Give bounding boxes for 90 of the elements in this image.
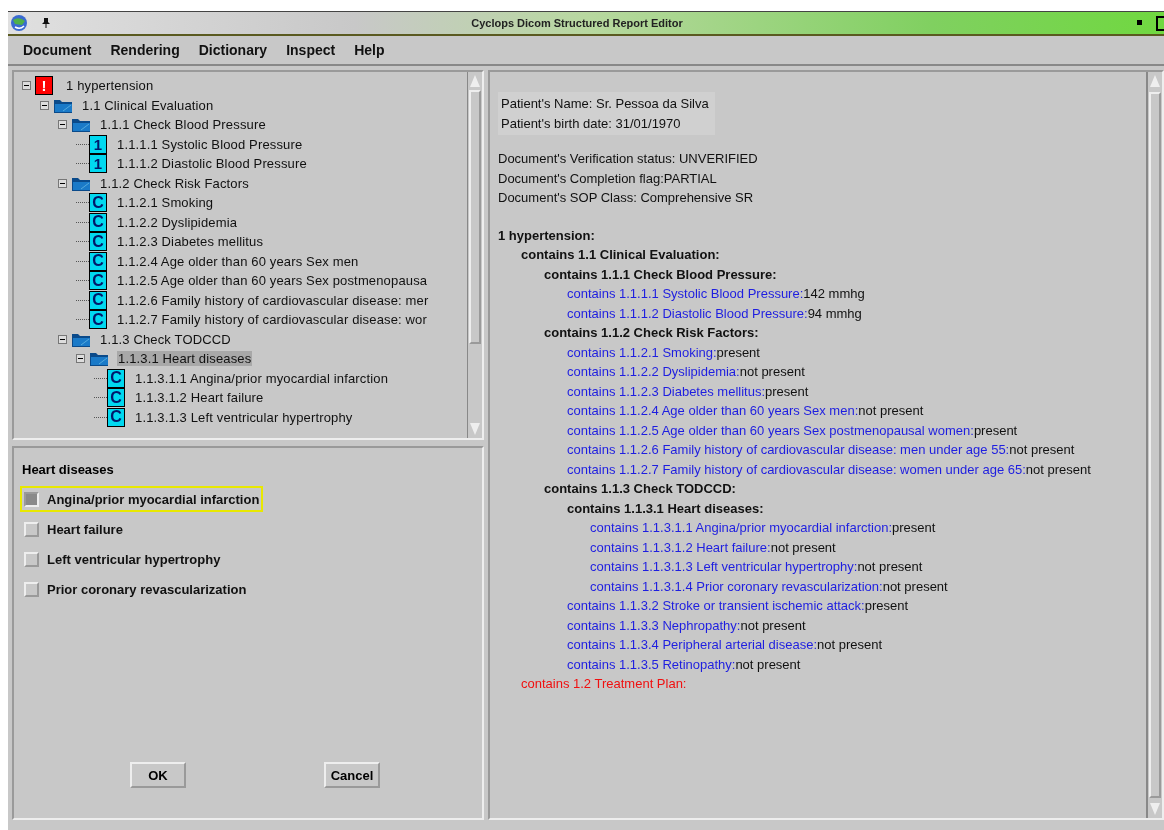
node-type-icon: 1 — [89, 134, 107, 154]
checkbox[interactable] — [24, 521, 39, 537]
maximize-icon[interactable] — [1156, 16, 1164, 31]
document-status: Document's Completion flag:PARTIAL — [498, 169, 718, 188]
form-title: Heart diseases — [22, 462, 115, 477]
report-line: contains 1.1.2.7 Family history of cardiovascular disease: women under age 65:not present — [566, 460, 1092, 479]
report-line: contains 1.1.2.4 Age older than 60 years Sex men:not present — [566, 402, 925, 420]
report-line: contains 1.1.3.1.4 Prior coronary revascularization:not present — [589, 577, 949, 596]
tree-item[interactable]: 1.1.3 Check TODCCD — [99, 331, 232, 347]
folder-icon — [71, 116, 91, 134]
report-line: contains 1.2 Treatment Plan: — [520, 675, 688, 693]
window-title: Cyclops Dicom Structured Report Editor — [470, 17, 684, 29]
node-type-icon: 1 — [89, 154, 107, 174]
tree-item[interactable]: 1.1.1 Check Blood Pressure — [99, 117, 267, 133]
menu-item[interactable]: Dictionary — [198, 42, 268, 58]
checkbox-option[interactable]: Prior coronary revascularization — [20, 576, 251, 602]
node-type-icon: C — [89, 271, 107, 291]
collapse-toggle[interactable] — [22, 81, 31, 91]
collapse-toggle[interactable] — [58, 334, 67, 344]
tree-item[interactable]: 1.1.2.2 Dyslipidemia — [116, 214, 239, 230]
report-line: contains 1.1.3.1.3 Left ventricular hypertrophy:not present — [589, 558, 924, 576]
dialog-button[interactable]: OK — [130, 762, 186, 788]
tree-item[interactable]: 1.1.2.3 Diabetes mellitus — [116, 234, 265, 250]
collapse-toggle[interactable] — [76, 354, 85, 364]
menu-item[interactable]: Help — [354, 42, 385, 58]
tree-item[interactable]: 1.1.3.1.2 Heart failure — [134, 390, 265, 406]
folder-icon — [89, 350, 109, 368]
checkbox-option[interactable]: Left ventricular hypertrophy — [20, 546, 225, 572]
report-line: contains 1.1.3.4 Peripheral arterial disease:not present — [566, 636, 884, 654]
node-type-icon: C — [107, 388, 125, 408]
report-line: contains 1.1.3.1.1 Angina/prior myocardial infarction:present — [589, 519, 937, 537]
collapse-toggle[interactable] — [40, 100, 49, 110]
report-line: contains 1.1.3.5 Retinopathy:not present — [566, 655, 802, 674]
report-line: contains 1.1.3.2 Stroke or transient ischemic attack:present — [566, 597, 910, 615]
node-type-icon: C — [89, 232, 107, 252]
node-type-icon: C — [89, 212, 107, 232]
report-line: contains 1.1.1.2 Diastolic Blood Pressure:94 mmhg — [566, 304, 863, 323]
tree-item[interactable]: 1.1.2.6 Family history of cardiovascular disease: mer — [116, 292, 430, 308]
tree-item[interactable]: 1.1.2.5 Age older than 60 years Sex postmenopausa — [116, 273, 429, 289]
tree-item[interactable]: 1.1.2 Check Risk Factors — [99, 175, 250, 191]
node-type-icon: C — [89, 290, 107, 310]
report-line: 1 hypertension: — [498, 226, 596, 245]
report-line: contains 1.1.2.5 Age older than 60 years Sex postmenopausal women:present — [566, 421, 1019, 440]
report-line: contains 1.1.2 Check Risk Factors: — [543, 324, 760, 342]
report-line: contains 1.1.3.1.2 Heart failure:not present — [589, 538, 837, 557]
tree-item[interactable]: 1.1.1.1 Systolic Blood Pressure — [116, 136, 304, 152]
tree-item[interactable]: 1 hypertension — [65, 78, 155, 94]
report-line: contains 1.1.1.1 Systolic Blood Pressure:142 mmhg — [566, 285, 866, 303]
tree-item[interactable]: 1.1.3.1.1 Angina/prior myocardial infarction — [134, 370, 390, 386]
document-status: Document's Verification status: UNVERIFIED — [498, 150, 759, 168]
checkbox[interactable] — [24, 551, 39, 567]
scrollbar[interactable] — [1146, 72, 1162, 818]
report-line: contains 1.1.3.1 Heart diseases: — [566, 499, 765, 518]
globe-icon — [10, 14, 28, 32]
report-line: contains 1.1.2.3 Diabetes mellitus:present — [566, 382, 810, 401]
pin-icon[interactable] — [42, 18, 50, 28]
tree-item[interactable]: 1.1.3.1.3 Left ventricular hypertrophy — [134, 409, 354, 425]
checkbox[interactable] — [24, 491, 39, 507]
node-type-icon: C — [89, 251, 107, 271]
report-line: contains 1.1.1 Check Blood Pressure: — [543, 265, 778, 284]
node-type-icon: C — [107, 407, 125, 427]
node-type-icon: C — [107, 368, 125, 388]
scrollbar[interactable] — [467, 72, 482, 438]
patient-info: Patient's Name: Sr. Pessoa da Silva — [501, 95, 709, 113]
report-line: contains 1.1.2.1 Smoking:present — [566, 343, 761, 362]
report-line: contains 1.1.3.3 Nephropathy:not present — [566, 616, 807, 635]
collapse-toggle[interactable] — [58, 120, 67, 130]
report-line: contains 1.1.3 Check TODCCD: — [543, 480, 737, 498]
menu-item[interactable]: Inspect — [286, 42, 336, 58]
tree-item[interactable]: 1.1.2.4 Age older than 60 years Sex men — [116, 253, 360, 269]
tree-item[interactable]: 1.1.3.1 Heart diseases — [117, 351, 253, 367]
collapse-toggle[interactable] — [58, 178, 67, 188]
document-status: Document's SOP Class: Comprehensive SR — [498, 189, 755, 207]
node-type-icon: C — [89, 310, 107, 330]
checkbox-option[interactable]: Heart failure — [20, 516, 127, 542]
menu-item[interactable]: Rendering — [110, 42, 180, 58]
checkbox[interactable] — [24, 581, 39, 597]
checkbox-option[interactable]: Angina/prior myocardial infarction — [20, 486, 264, 512]
tree-item[interactable]: 1.1.1.2 Diastolic Blood Pressure — [116, 156, 308, 172]
node-type-icon: C — [89, 193, 107, 213]
tree-item[interactable]: 1.1.2.1 Smoking — [116, 195, 215, 211]
tree-item[interactable]: 1.1.2.7 Family history of cardiovascular disease: wor — [116, 312, 428, 328]
report-line: contains 1.1 Clinical Evaluation: — [520, 246, 721, 264]
node-type-icon: ! — [35, 76, 53, 96]
dialog-button[interactable]: Cancel — [324, 762, 380, 788]
menu-item[interactable]: Document — [23, 42, 92, 58]
report-line: contains 1.1.2.2 Dyslipidemia:not present — [566, 363, 806, 381]
tree-item[interactable]: 1.1 Clinical Evaluation — [81, 97, 215, 113]
patient-info: Patient's birth date: 31/01/1970 — [501, 114, 682, 133]
report-line: contains 1.1.2.6 Family history of cardiovascular disease: men under age 55:not present — [566, 441, 1076, 459]
